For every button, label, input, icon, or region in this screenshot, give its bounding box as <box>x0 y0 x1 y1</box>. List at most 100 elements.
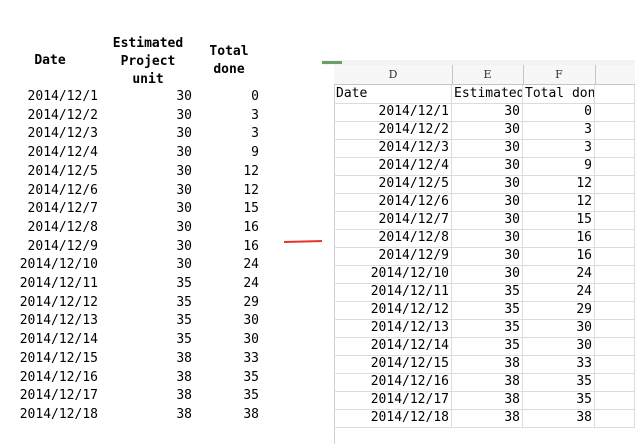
sheet-row: 2014/12/16 38 35 <box>334 373 635 392</box>
cell-estimated[interactable]: 30 <box>452 193 523 211</box>
cell-empty[interactable] <box>595 355 635 373</box>
cell-empty[interactable] <box>595 265 635 283</box>
cell-total[interactable]: 30 <box>523 319 595 337</box>
cell-total[interactable]: 24 <box>523 283 595 301</box>
cell-date[interactable]: 2014/12/15 <box>334 355 452 373</box>
cell-empty[interactable] <box>595 103 635 121</box>
cell-total[interactable]: 12 <box>523 193 595 211</box>
cell-date[interactable]: 2014/12/8 <box>334 229 452 247</box>
cell-date[interactable]: 2014/12/17 <box>334 391 452 409</box>
cell-date[interactable]: 2014/12/9 <box>334 247 452 265</box>
cell-total[interactable]: 12 <box>523 175 595 193</box>
cell-empty[interactable] <box>595 319 635 337</box>
cell-total[interactable]: 3 <box>523 121 595 139</box>
cell-empty[interactable] <box>595 391 635 409</box>
sheet-row: 2014/12/5 30 12 <box>334 175 635 194</box>
cell-empty[interactable] <box>595 211 635 229</box>
column-header-e[interactable]: E <box>452 65 524 84</box>
cell-date[interactable]: 2014/12/16 <box>334 373 452 391</box>
cell-total-header[interactable]: Total done <box>523 85 595 103</box>
cell-empty[interactable] <box>595 139 635 157</box>
table-row: 2014/12/7 30 15 <box>0 200 290 219</box>
cell-total[interactable]: 0 <box>523 103 595 121</box>
cell-estimated[interactable]: 30 <box>452 211 523 229</box>
cell-estimated[interactable]: 35 <box>452 337 523 355</box>
cell-estimated[interactable]: 38 <box>452 409 523 427</box>
estimated-cell: 35 <box>176 313 192 329</box>
cell-date[interactable]: 2014/12/5 <box>334 175 452 193</box>
cell-empty[interactable] <box>595 193 635 211</box>
cell-date-header[interactable]: Date <box>334 85 452 103</box>
cell-total[interactable]: 38 <box>523 409 595 427</box>
cell-total[interactable]: 16 <box>523 229 595 247</box>
cell-total[interactable]: 33 <box>523 355 595 373</box>
cell-empty[interactable] <box>595 373 635 391</box>
cell-empty[interactable] <box>595 121 635 139</box>
cell-date[interactable]: 2014/12/13 <box>334 319 452 337</box>
estimated-cell: 38 <box>176 388 192 404</box>
column-header-d[interactable]: D <box>334 65 453 84</box>
cell-total[interactable]: 35 <box>523 391 595 409</box>
sheet-row: 2014/12/4 30 9 <box>334 157 635 176</box>
cell-estimated[interactable]: 38 <box>452 391 523 409</box>
cell-date[interactable]: 2014/12/2 <box>334 121 452 139</box>
date-cell: 2014/12/7 <box>27 201 98 217</box>
cell-estimated[interactable]: 30 <box>452 121 523 139</box>
cell-empty[interactable] <box>595 85 635 103</box>
estimated-cell: 30 <box>176 238 192 254</box>
cell-estimated[interactable]: 30 <box>452 265 523 283</box>
cell-estimated[interactable]: 30 <box>452 139 523 157</box>
cell-total[interactable]: 35 <box>523 373 595 391</box>
estimated-cell: 35 <box>176 276 192 291</box>
cell-total[interactable]: 16 <box>523 247 595 265</box>
cell-total[interactable]: 9 <box>523 157 595 175</box>
cell-empty[interactable] <box>595 229 635 247</box>
cell-date[interactable]: 2014/12/1 <box>334 103 452 121</box>
cell-empty[interactable] <box>595 175 635 193</box>
cell-estimated[interactable]: 38 <box>452 355 523 373</box>
cell-total[interactable]: 15 <box>523 211 595 229</box>
cell-date[interactable]: 2014/12/3 <box>334 139 452 157</box>
cell-empty[interactable] <box>595 157 635 175</box>
cell-date[interactable]: 2014/12/12 <box>334 301 452 319</box>
cell-empty[interactable] <box>595 247 635 265</box>
cell-total[interactable]: 3 <box>523 139 595 157</box>
estimated-cell: 30 <box>176 163 192 179</box>
table-row: 2014/12/17 38 35 <box>0 387 290 406</box>
sheet-row: 2014/12/15 38 33 <box>334 355 635 374</box>
sheet-row: 2014/12/11 35 24 <box>334 283 635 302</box>
cell-empty[interactable] <box>595 283 635 301</box>
table-row: 2014/12/5 30 12 <box>0 163 290 182</box>
cell-estimated[interactable]: 38 <box>452 373 523 391</box>
cell-date[interactable]: 2014/12/7 <box>334 211 452 229</box>
cell-total[interactable]: 29 <box>523 301 595 319</box>
column-header-f[interactable]: F <box>523 65 596 84</box>
date-cell: 2014/12/1 <box>27 89 98 104</box>
date-cell: 2014/12/14 <box>19 332 98 348</box>
cell-estimated[interactable]: 30 <box>452 157 523 175</box>
date-cell: 2014/12/18 <box>19 406 98 422</box>
cell-date[interactable]: 2014/12/6 <box>334 193 452 211</box>
cell-empty[interactable] <box>595 301 635 319</box>
cell-estimated-header[interactable]: Estimated <box>452 85 523 103</box>
cell-date[interactable]: 2014/12/14 <box>334 337 452 355</box>
cell-estimated[interactable]: 30 <box>452 229 523 247</box>
cell-estimated[interactable]: 35 <box>452 319 523 337</box>
total-cell: 35 <box>243 388 259 404</box>
cell-empty[interactable] <box>595 409 635 427</box>
cell-total[interactable]: 24 <box>523 265 595 283</box>
cell-total[interactable]: 30 <box>523 337 595 355</box>
cell-estimated[interactable]: 30 <box>452 103 523 121</box>
total-cell: 30 <box>243 313 259 329</box>
cell-empty[interactable] <box>595 337 635 355</box>
cell-date[interactable]: 2014/12/11 <box>334 283 452 301</box>
sheet-row: 2014/12/6 30 12 <box>334 193 635 212</box>
cell-date[interactable]: 2014/12/4 <box>334 157 452 175</box>
cell-date[interactable]: 2014/12/10 <box>334 265 452 283</box>
cell-date[interactable]: 2014/12/18 <box>334 409 452 427</box>
cell-estimated[interactable]: 35 <box>452 301 523 319</box>
cell-estimated[interactable]: 35 <box>452 283 523 301</box>
cell-estimated[interactable]: 30 <box>452 247 523 265</box>
cell-estimated[interactable]: 30 <box>452 175 523 193</box>
table-row: 2014/12/9 30 16 <box>0 238 290 257</box>
